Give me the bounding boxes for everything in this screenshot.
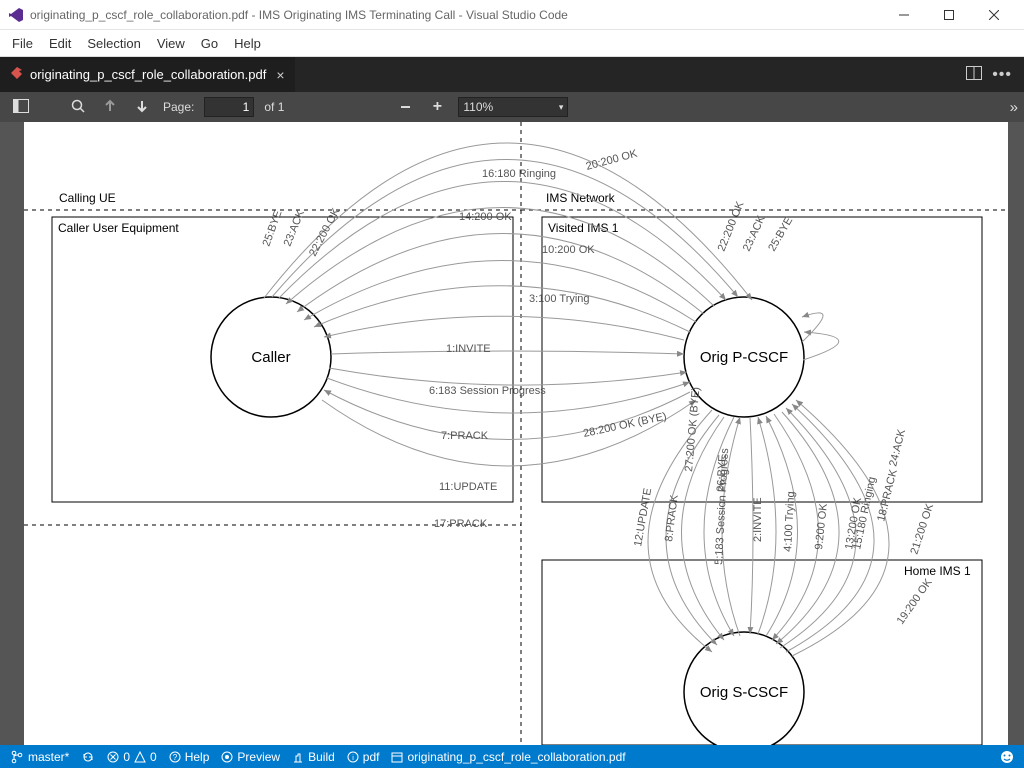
status-feedback-icon[interactable] xyxy=(1000,750,1014,764)
svg-text:9:200 OK: 9:200 OK xyxy=(813,502,830,550)
prev-page-icon[interactable] xyxy=(99,99,121,116)
node-orig-p-cscf-label: Orig P-CSCF xyxy=(700,349,788,366)
more-actions-icon[interactable]: ••• xyxy=(992,66,1012,84)
pdf-toolbar: Page: of 1 − + 110% ▾ » xyxy=(0,92,1024,122)
svg-text:17:PRACK: 17:PRACK xyxy=(434,518,488,530)
tab-filename: originating_p_cscf_role_collaboration.pd… xyxy=(30,67,266,82)
zoom-in-icon[interactable]: + xyxy=(426,98,448,116)
diagram-svg: Calling UE IMS Network Caller User Equip… xyxy=(24,122,1008,745)
search-icon[interactable] xyxy=(67,99,89,116)
menu-view[interactable]: View xyxy=(149,32,193,55)
svg-text:25:BYE: 25:BYE xyxy=(766,215,795,253)
svg-text:i: i xyxy=(352,755,354,762)
pdf-file-icon xyxy=(10,66,24,83)
node-orig-s-cscf-label: Orig S-CSCF xyxy=(700,684,788,701)
menu-file[interactable]: File xyxy=(4,32,41,55)
zoom-value: 110% xyxy=(463,100,493,114)
svg-text:22:200 OK: 22:200 OK xyxy=(307,206,343,259)
split-editor-icon[interactable] xyxy=(966,66,982,84)
svg-text:21:200 OK: 21:200 OK xyxy=(908,502,936,556)
svg-text:?: ? xyxy=(172,753,177,762)
svg-text:11:UPDATE: 11:UPDATE xyxy=(439,481,497,493)
svg-text:23:ACK: 23:ACK xyxy=(741,213,768,253)
tab-close-icon[interactable]: × xyxy=(272,67,284,83)
sidebar-toggle-icon[interactable] xyxy=(10,99,32,116)
svg-text:4:100 Trying: 4:100 Trying xyxy=(782,491,797,552)
label-calling-ue: Calling UE xyxy=(59,191,116,205)
status-git-branch[interactable]: master* xyxy=(10,750,69,764)
label-ims-network: IMS Network xyxy=(546,191,616,205)
menu-bar: File Edit Selection View Go Help xyxy=(0,30,1024,57)
maximize-button[interactable] xyxy=(926,0,971,30)
label-visited-ims1: Visited IMS 1 xyxy=(548,221,619,235)
pdf-page: Calling UE IMS Network Caller User Equip… xyxy=(24,122,1008,745)
svg-text:2:INVITE: 2:INVITE xyxy=(752,497,764,542)
svg-text:24:ACK: 24:ACK xyxy=(887,427,908,467)
status-preview[interactable]: Preview xyxy=(221,750,280,764)
label-caller-ue-box: Caller User Equipment xyxy=(58,221,179,235)
svg-text:8:PRACK: 8:PRACK xyxy=(663,494,681,543)
status-file-path[interactable]: originating_p_cscf_role_collaboration.pd… xyxy=(391,750,625,764)
status-problems[interactable]: 0 0 xyxy=(107,750,156,764)
svg-text:20:200 OK: 20:200 OK xyxy=(585,148,640,173)
close-button[interactable] xyxy=(971,0,1016,30)
zoom-chevron-icon: ▾ xyxy=(559,102,564,113)
svg-text:7:PRACK: 7:PRACK xyxy=(441,430,489,442)
svg-text:18:PRACK: 18:PRACK xyxy=(875,468,900,523)
minimize-button[interactable] xyxy=(881,0,926,30)
svg-text:19:200 OK: 19:200 OK xyxy=(895,576,935,627)
editor-tab-bar: originating_p_cscf_role_collaboration.pd… xyxy=(0,57,1024,92)
window-controls xyxy=(881,0,1016,30)
zoom-select[interactable]: 110% ▾ xyxy=(458,97,568,117)
svg-text:23:ACK: 23:ACK xyxy=(282,208,308,248)
svg-text:14:200 OK: 14:200 OK xyxy=(459,211,512,223)
status-sync[interactable] xyxy=(81,750,95,764)
label-home-ims1: Home IMS 1 xyxy=(904,564,971,578)
menu-go[interactable]: Go xyxy=(193,32,226,55)
editor-tab[interactable]: originating_p_cscf_role_collaboration.pd… xyxy=(0,57,295,92)
svg-text:3:100 Trying: 3:100 Trying xyxy=(529,293,590,305)
node-caller-label: Caller xyxy=(251,349,290,366)
page-count-label: of 1 xyxy=(264,100,284,114)
status-help[interactable]: ? Help xyxy=(169,750,210,764)
vscode-icon xyxy=(8,7,24,23)
next-page-icon[interactable] xyxy=(131,99,153,116)
window-title-bar: originating_p_cscf_role_collaboration.pd… xyxy=(0,0,1024,30)
svg-text:25:BYE: 25:BYE xyxy=(261,209,285,248)
status-build[interactable]: Build xyxy=(292,750,335,764)
expand-toolbar-icon[interactable]: » xyxy=(1010,99,1014,116)
svg-text:16:180 Ringing: 16:180 Ringing xyxy=(482,168,556,180)
svg-text:6:183 Session Progress: 6:183 Session Progress xyxy=(429,385,546,397)
page-number-input[interactable] xyxy=(204,97,254,117)
svg-text:10:200 OK: 10:200 OK xyxy=(542,244,595,256)
status-bar: master* 0 0 ? Help Preview Build i pdf o… xyxy=(0,745,1024,768)
zoom-out-icon[interactable]: − xyxy=(394,97,416,118)
menu-edit[interactable]: Edit xyxy=(41,32,79,55)
page-label: Page: xyxy=(163,100,194,114)
menu-help[interactable]: Help xyxy=(226,32,269,55)
menu-selection[interactable]: Selection xyxy=(79,32,148,55)
svg-text:1:INVITE: 1:INVITE xyxy=(446,343,491,355)
pdf-viewport: Calling UE IMS Network Caller User Equip… xyxy=(0,122,1024,745)
status-pdf-language[interactable]: i pdf xyxy=(347,750,380,764)
window-title: originating_p_cscf_role_collaboration.pd… xyxy=(30,8,881,22)
